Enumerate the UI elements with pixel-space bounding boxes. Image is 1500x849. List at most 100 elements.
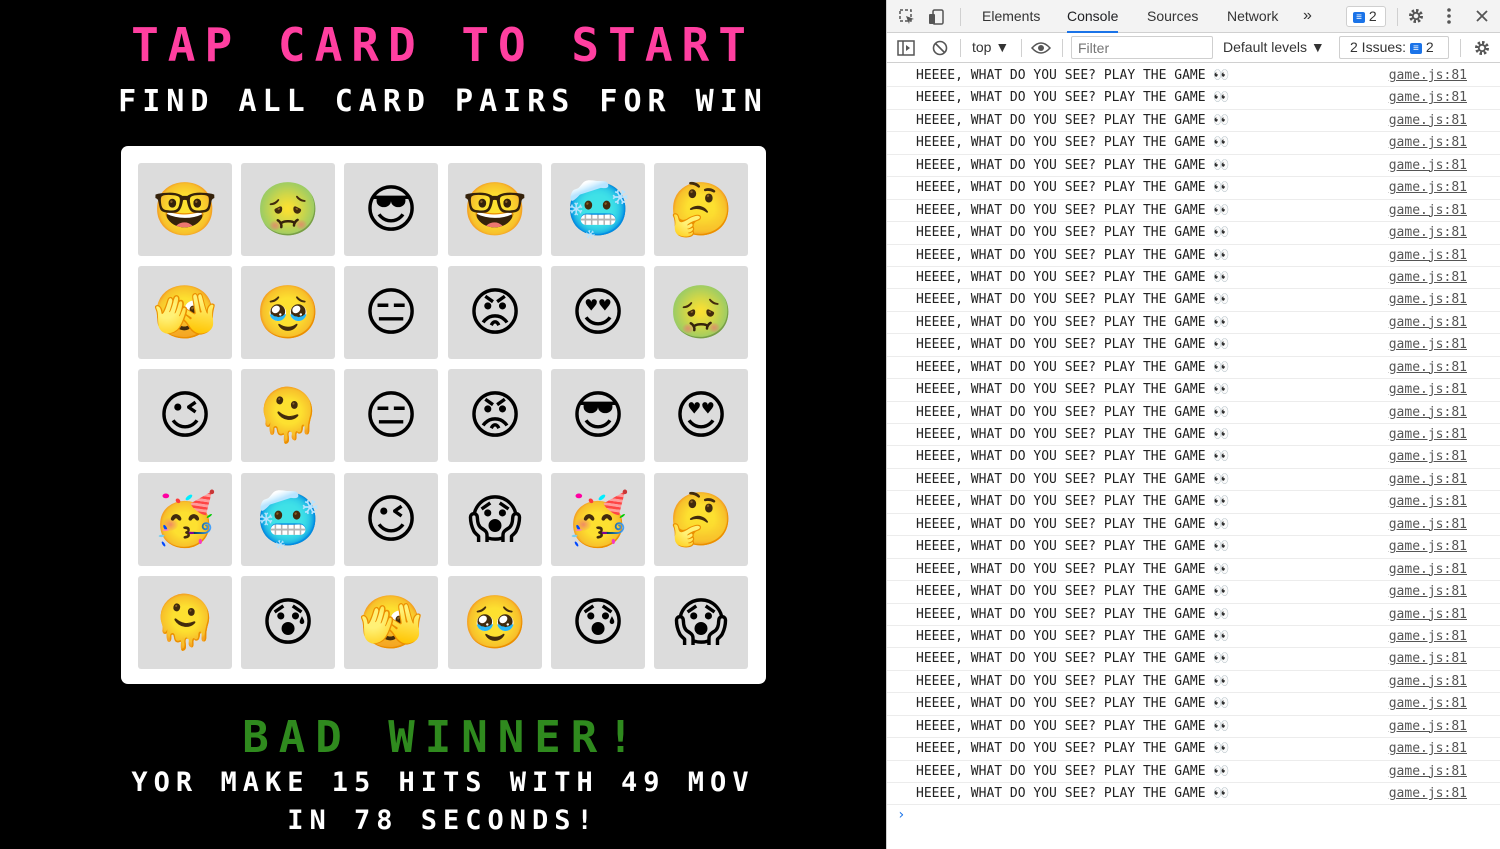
- sidebar-toggle-icon[interactable]: [896, 38, 916, 58]
- game-card[interactable]: 🥶: [551, 163, 645, 256]
- devtools-panel: Elements Console Sources Network » ≡ 2 t…: [886, 0, 1500, 849]
- console-log-source-link[interactable]: game.js:81: [1389, 289, 1467, 311]
- card-emoji: 😎: [363, 179, 419, 240]
- game-card[interactable]: 🥹: [448, 576, 542, 669]
- console-log-source-link[interactable]: game.js:81: [1389, 783, 1467, 805]
- console-log-source-link[interactable]: game.js:81: [1389, 581, 1467, 603]
- game-card[interactable]: 😡: [448, 266, 542, 359]
- tab-elements[interactable]: Elements: [982, 0, 1040, 33]
- filter-input[interactable]: [1071, 36, 1213, 59]
- device-toolbar-icon[interactable]: [927, 7, 947, 27]
- console-log-source-link[interactable]: game.js:81: [1389, 65, 1467, 87]
- issues-tab-badge[interactable]: ≡ 2: [1346, 6, 1386, 27]
- console-log-message: HEEEE, WHAT DO YOU SEE? PLAY THE GAME 👀: [916, 135, 1230, 151]
- console-log-source-link[interactable]: game.js:81: [1389, 536, 1467, 558]
- console-log-source-link[interactable]: game.js:81: [1389, 402, 1467, 424]
- game-card[interactable]: 😎: [551, 369, 645, 462]
- console-settings-gear-icon[interactable]: [1471, 37, 1493, 59]
- clear-console-icon[interactable]: [930, 38, 950, 58]
- console-log-source-link[interactable]: game.js:81: [1389, 648, 1467, 670]
- console-log-source-link[interactable]: game.js:81: [1389, 559, 1467, 581]
- console-log-source-link[interactable]: game.js:81: [1389, 716, 1467, 738]
- console-log-source-link[interactable]: game.js:81: [1389, 514, 1467, 536]
- console-log-row: HEEEE, WHAT DO YOU SEE? PLAY THE GAME 👀 g…: [887, 289, 1500, 312]
- console-log-source-link[interactable]: game.js:81: [1389, 604, 1467, 626]
- card-emoji: 😰: [570, 592, 626, 653]
- game-card[interactable]: 😑: [344, 266, 438, 359]
- console-log-source-link[interactable]: game.js:81: [1389, 738, 1467, 760]
- game-card[interactable]: 🥶: [241, 473, 335, 566]
- console-log-source-link[interactable]: game.js:81: [1389, 155, 1467, 177]
- game-card[interactable]: 🤢: [241, 163, 335, 256]
- console-log-source-link[interactable]: game.js:81: [1389, 334, 1467, 356]
- console-log-source-link[interactable]: game.js:81: [1389, 424, 1467, 446]
- game-card[interactable]: 😍: [551, 266, 645, 359]
- game-card[interactable]: 🤔: [654, 163, 748, 256]
- console-log-message: HEEEE, WHAT DO YOU SEE? PLAY THE GAME 👀: [916, 90, 1230, 106]
- game-card[interactable]: 🤢: [654, 266, 748, 359]
- issues-button[interactable]: 2 Issues: ≡ 2: [1339, 36, 1449, 59]
- game-title[interactable]: TAP CARD TO START: [0, 18, 886, 72]
- game-card[interactable]: 😱: [448, 473, 542, 566]
- console-log-source-link[interactable]: game.js:81: [1389, 626, 1467, 648]
- game-card[interactable]: 🫣: [138, 266, 232, 359]
- console-prompt[interactable]: ›: [897, 807, 905, 823]
- console-log-row: HEEEE, WHAT DO YOU SEE? PLAY THE GAME 👀 g…: [887, 334, 1500, 357]
- console-log-source-link[interactable]: game.js:81: [1389, 446, 1467, 468]
- console-log-source-link[interactable]: game.js:81: [1389, 267, 1467, 289]
- game-card[interactable]: 😉: [344, 473, 438, 566]
- game-subtitle: FIND ALL CARD PAIRS FOR WIN: [118, 84, 768, 119]
- console-log-source-link[interactable]: game.js:81: [1389, 671, 1467, 693]
- console-log-source-link[interactable]: game.js:81: [1389, 200, 1467, 222]
- console-log-source-link[interactable]: game.js:81: [1389, 491, 1467, 513]
- game-card[interactable]: 😎: [344, 163, 438, 256]
- console-log-row: HEEEE, WHAT DO YOU SEE? PLAY THE GAME 👀 g…: [887, 783, 1500, 806]
- console-log-source-link[interactable]: game.js:81: [1389, 177, 1467, 199]
- console-log-source-link[interactable]: game.js:81: [1389, 469, 1467, 491]
- game-card[interactable]: 🫣: [344, 576, 438, 669]
- console-log-source-link[interactable]: game.js:81: [1389, 87, 1467, 109]
- context-selector[interactable]: top ▼: [972, 33, 1009, 63]
- tab-console[interactable]: Console: [1067, 0, 1119, 33]
- log-levels-dropdown[interactable]: Default levels ▼: [1223, 33, 1325, 63]
- live-expression-eye-icon[interactable]: [1030, 38, 1052, 58]
- close-icon[interactable]: [1472, 6, 1492, 26]
- game-card[interactable]: 😉: [138, 369, 232, 462]
- game-card[interactable]: 🤓: [448, 163, 542, 256]
- game-card[interactable]: 😡: [448, 369, 542, 462]
- game-card[interactable]: 🥳: [551, 473, 645, 566]
- card-emoji: 🤢: [255, 179, 321, 240]
- console-log-source-link[interactable]: game.js:81: [1389, 110, 1467, 132]
- console-log-message: HEEEE, WHAT DO YOU SEE? PLAY THE GAME 👀: [916, 180, 1230, 196]
- game-card[interactable]: 😱: [654, 576, 748, 669]
- console-log-row: HEEEE, WHAT DO YOU SEE? PLAY THE GAME 👀 g…: [887, 604, 1500, 626]
- game-card[interactable]: 😍: [654, 369, 748, 462]
- more-tabs-button[interactable]: »: [1303, 0, 1312, 33]
- card-emoji: 😱: [467, 489, 523, 550]
- inspect-element-icon[interactable]: [897, 7, 917, 27]
- console-log-source-link[interactable]: game.js:81: [1389, 312, 1467, 334]
- console-log-source-link[interactable]: game.js:81: [1389, 379, 1467, 401]
- console-log-source-link[interactable]: game.js:81: [1389, 761, 1467, 783]
- console-log-source-link[interactable]: game.js:81: [1389, 693, 1467, 715]
- settings-gear-icon[interactable]: [1406, 6, 1426, 26]
- tab-network[interactable]: Network: [1227, 0, 1278, 33]
- console-log-row: HEEEE, WHAT DO YOU SEE? PLAY THE GAME 👀 g…: [887, 267, 1500, 290]
- game-card[interactable]: 😰: [241, 576, 335, 669]
- game-card[interactable]: 🫠: [138, 576, 232, 669]
- game-card[interactable]: 🤔: [654, 473, 748, 566]
- console-log-row: HEEEE, WHAT DO YOU SEE? PLAY THE GAME 👀 g…: [887, 536, 1500, 559]
- kebab-menu-icon[interactable]: [1439, 6, 1459, 26]
- game-card[interactable]: 🥳: [138, 473, 232, 566]
- console-log-source-link[interactable]: game.js:81: [1389, 245, 1467, 267]
- console-log-source-link[interactable]: game.js:81: [1389, 357, 1467, 379]
- console-log-row: HEEEE, WHAT DO YOU SEE? PLAY THE GAME 👀 g…: [887, 177, 1500, 200]
- console-log-source-link[interactable]: game.js:81: [1389, 132, 1467, 154]
- game-card[interactable]: 🫠: [241, 369, 335, 462]
- game-card[interactable]: 🥹: [241, 266, 335, 359]
- tab-sources[interactable]: Sources: [1147, 0, 1198, 33]
- game-card[interactable]: 😰: [551, 576, 645, 669]
- console-log-source-link[interactable]: game.js:81: [1389, 222, 1467, 244]
- game-card[interactable]: 😑: [344, 369, 438, 462]
- game-card[interactable]: 🤓: [138, 163, 232, 256]
